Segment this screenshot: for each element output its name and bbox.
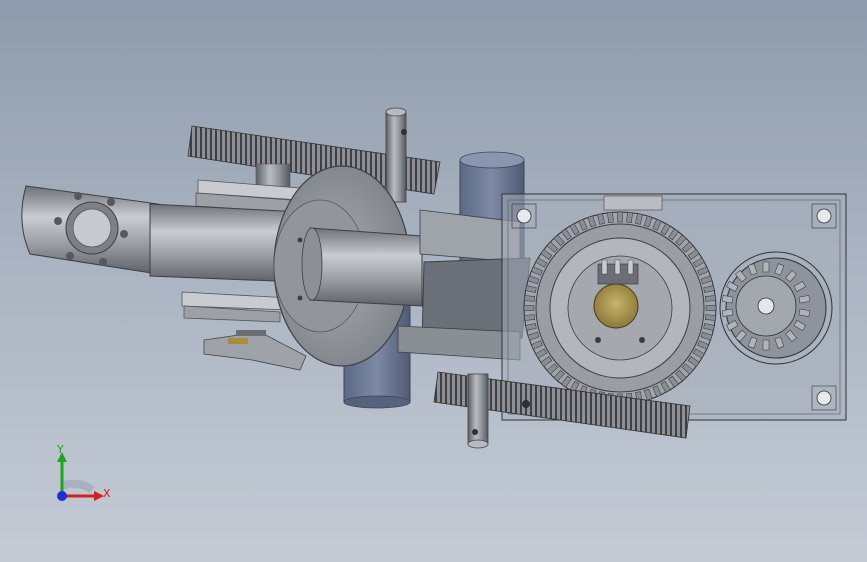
gear-tooth: [704, 295, 717, 302]
arm-link[interactable]: [21, 185, 159, 275]
gear-tooth: [523, 305, 535, 311]
gear-tooth: [617, 211, 623, 223]
y-axis-label: Y: [57, 443, 64, 456]
vertical-pin[interactable]: [385, 107, 407, 203]
gear-tooth: [626, 211, 633, 224]
sensor-tab[interactable]: [203, 330, 307, 371]
potentiometer[interactable]: [593, 259, 639, 329]
lower-bracket[interactable]: [181, 291, 291, 323]
main-tube[interactable]: [301, 227, 423, 307]
gear-tooth: [607, 211, 614, 224]
x-axis-label: X: [103, 487, 111, 500]
z-axis-dot: [57, 491, 67, 501]
gear-tooth: [523, 314, 536, 321]
graphics-viewport[interactable]: Y X: [0, 0, 867, 562]
gear-tooth: [704, 314, 717, 321]
gear-tooth: [762, 261, 770, 273]
gear-tooth: [705, 305, 717, 311]
gear-tooth: [762, 339, 770, 351]
gear-tooth: [523, 295, 536, 302]
